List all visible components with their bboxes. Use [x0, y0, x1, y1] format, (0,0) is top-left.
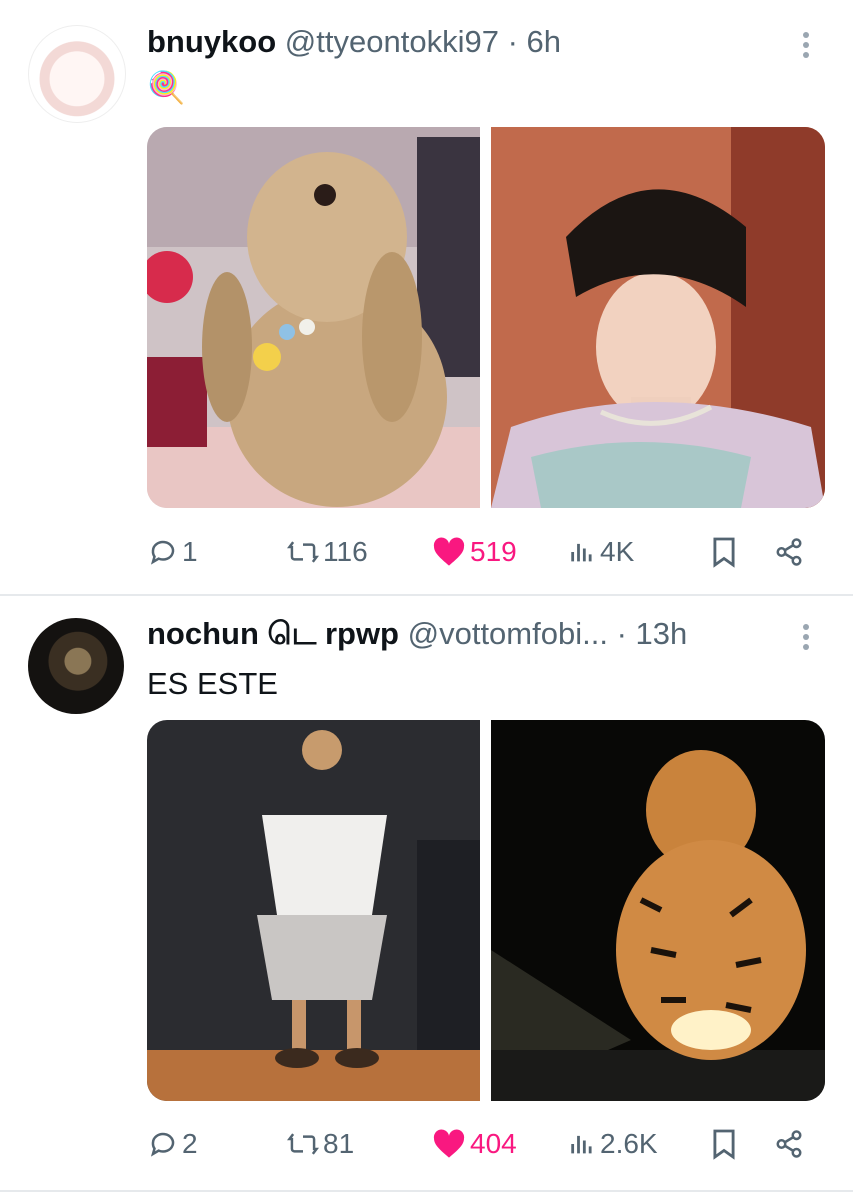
- view-count: 2.6K: [600, 1128, 658, 1159]
- more-options-icon[interactable]: [796, 28, 816, 64]
- retweet-button[interactable]: 116: [287, 532, 368, 572]
- like-count: 519: [470, 536, 517, 567]
- avatar[interactable]: [28, 25, 126, 123]
- display-name[interactable]: bnuykoo: [147, 24, 276, 59]
- tiger-photo[interactable]: [491, 720, 825, 1101]
- bookmark-icon: [713, 537, 735, 568]
- tweet-text: 🍭: [147, 70, 186, 105]
- views-button[interactable]: 2.6K: [568, 1124, 658, 1164]
- bookmark-icon: [713, 1129, 735, 1160]
- views-icon: [571, 543, 592, 562]
- bookmark-button[interactable]: [711, 1124, 737, 1164]
- dancer-photo[interactable]: [147, 720, 480, 1101]
- retweet-count: 116: [323, 536, 368, 567]
- tweet-actions: 1 116 519 4K: [0, 532, 853, 572]
- bunny-photo[interactable]: [147, 127, 480, 508]
- media-grid[interactable]: [147, 720, 825, 1101]
- timestamp[interactable]: 13h: [636, 616, 688, 651]
- tweet-actions: 2 81 404 2.6K: [0, 1124, 853, 1164]
- separator: ·: [507, 24, 518, 59]
- share-icon: [776, 1130, 802, 1158]
- tweet-header: bnuykoo @ttyeontokki97 · 6h: [147, 24, 561, 60]
- heart-icon: [433, 537, 465, 566]
- retweet-icon: [287, 1133, 319, 1155]
- view-count: 4K: [600, 536, 635, 567]
- tweet[interactable]: nochun டெ rpwp @vottomfobi... · 13h ES E…: [0, 598, 853, 1188]
- user-handle[interactable]: @ttyeontokki97: [285, 24, 499, 59]
- share-icon: [776, 538, 802, 566]
- user-handle[interactable]: @vottomfobi...: [408, 616, 608, 651]
- like-button[interactable]: 404: [432, 1124, 517, 1164]
- more-options-icon[interactable]: [796, 620, 816, 656]
- tweet-header: nochun டெ rpwp @vottomfobi... · 13h: [147, 616, 687, 652]
- views-icon: [571, 1135, 592, 1154]
- share-button[interactable]: [774, 1124, 804, 1164]
- reply-count: 1: [182, 536, 198, 567]
- tweet[interactable]: bnuykoo @ttyeontokki97 · 6h 🍭 1 116 519 …: [0, 0, 853, 596]
- timestamp[interactable]: 6h: [527, 24, 561, 59]
- reply-button[interactable]: 2: [148, 1124, 198, 1164]
- reply-count: 2: [182, 1128, 198, 1159]
- retweet-button[interactable]: 81: [287, 1124, 354, 1164]
- display-name[interactable]: nochun டெ rpwp: [147, 616, 399, 651]
- views-button[interactable]: 4K: [568, 532, 634, 572]
- media-grid[interactable]: [147, 127, 825, 508]
- tweet-divider: [0, 594, 853, 596]
- tweet-text: ES ESTE: [147, 666, 278, 701]
- separator: ·: [616, 616, 627, 651]
- person-photo[interactable]: [491, 127, 825, 508]
- like-button[interactable]: 519: [432, 532, 517, 572]
- share-button[interactable]: [774, 532, 804, 572]
- reply-icon: [150, 540, 175, 565]
- like-count: 404: [470, 1128, 517, 1159]
- heart-icon: [433, 1129, 465, 1158]
- reply-button[interactable]: 1: [148, 532, 198, 572]
- retweet-count: 81: [323, 1128, 355, 1159]
- reply-icon: [150, 1132, 175, 1157]
- retweet-icon: [287, 541, 319, 563]
- tweet-divider: [0, 1190, 853, 1192]
- bookmark-button[interactable]: [711, 532, 737, 572]
- avatar[interactable]: [28, 618, 124, 714]
